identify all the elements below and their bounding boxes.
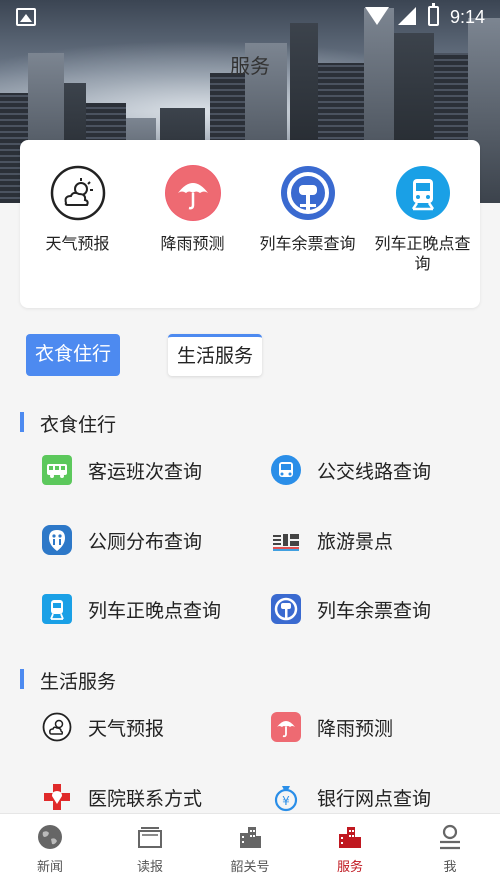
list-item-label: 公交线路查询	[317, 462, 432, 483]
nav-news[interactable]: 新闻	[0, 814, 100, 888]
service-icon	[337, 824, 363, 850]
bottom-navigation: 新闻 读报 韶关号 服务 我	[0, 813, 500, 888]
nav-news-label: 新闻	[36, 859, 63, 874]
quick-train-status-label: 列车正晚点查询	[374, 236, 471, 273]
list-item-hospital-contacts[interactable]: 医院联系方式	[42, 779, 262, 815]
list-item-train-punctuality[interactable]: 列车正晚点查询	[42, 591, 262, 627]
list-item-scenic-spots[interactable]: 旅游景点	[271, 522, 491, 558]
svg-text:¥: ¥	[282, 794, 290, 808]
list-item-coach-schedule[interactable]: 客运班次查询	[42, 452, 262, 488]
umbrella-icon	[271, 712, 301, 742]
battery-icon	[428, 3, 439, 26]
list-item-rain-forecast[interactable]: 降雨预测	[271, 709, 491, 745]
section-title-travel: 衣食住行	[20, 410, 116, 437]
clock: 9:14	[450, 7, 486, 27]
weather-icon	[42, 712, 72, 742]
nav-shaoguan-account[interactable]: 韶关号	[200, 814, 300, 888]
nav-shaoguan-label: 韶关号	[230, 859, 270, 874]
nav-me[interactable]: 我	[400, 814, 500, 888]
quick-ticket-label: 列车余票查询	[259, 236, 356, 253]
scenic-spot-icon	[271, 525, 301, 555]
train-icon	[42, 594, 72, 624]
list-item-bank-branches[interactable]: ¥ 银行网点查询	[271, 779, 491, 815]
quick-weather-label: 天气预报	[45, 236, 110, 253]
tab-clothing-food-housing-travel[interactable]: 衣食住行	[26, 334, 121, 376]
nav-newspaper[interactable]: 读报	[100, 814, 200, 888]
city-bus-icon	[271, 455, 301, 485]
list-item-train-ticket[interactable]: 列车余票查询	[271, 591, 491, 627]
list-item-label: 医院联系方式	[88, 789, 203, 810]
railway-logo-icon	[280, 165, 336, 221]
image-notification-icon	[16, 8, 36, 26]
toilet-icon	[42, 525, 72, 555]
signal-icon	[398, 7, 416, 25]
wifi-icon	[365, 7, 389, 25]
status-bar: 9:14	[0, 0, 500, 34]
nav-service-label: 服务	[336, 859, 363, 874]
quick-weather[interactable]: 天气预报	[20, 165, 135, 255]
list-item-bus-route[interactable]: 公交线路查询	[271, 452, 491, 488]
bus-icon	[42, 455, 72, 485]
user-icon	[437, 824, 463, 850]
list-item-toilet-map[interactable]: 公厕分布查询	[42, 522, 262, 558]
nav-me-label: 我	[443, 859, 457, 874]
list-item-weather[interactable]: 天气预报	[42, 709, 262, 745]
list-item-label: 列车正晚点查询	[88, 601, 222, 622]
list-item-label: 列车余票查询	[317, 601, 432, 622]
hospital-cross-icon	[42, 782, 72, 812]
nav-service[interactable]: 服务	[300, 814, 400, 888]
building-icon	[237, 824, 263, 850]
page-title: 服务	[230, 56, 270, 78]
list-item-label: 客运班次查询	[88, 462, 203, 483]
list-item-label: 旅游景点	[317, 532, 394, 553]
newspaper-icon	[137, 824, 163, 850]
section-title-life: 生活服务	[20, 667, 116, 694]
railway-logo-icon	[271, 594, 301, 624]
list-item-label: 天气预报	[88, 719, 165, 740]
list-item-label: 公厕分布查询	[88, 532, 203, 553]
globe-icon	[37, 824, 63, 850]
quick-ticket[interactable]: 列车余票查询	[250, 165, 365, 255]
umbrella-icon	[164, 165, 221, 221]
tab-life-services[interactable]: 生活服务	[168, 334, 263, 376]
quick-rain[interactable]: 降雨预测	[135, 165, 250, 255]
train-icon	[395, 165, 451, 221]
weather-icon	[50, 165, 106, 221]
quick-access-card: 天气预报 降雨预测 列车余票查询 列车正晚点查询	[20, 140, 480, 308]
list-item-label: 降雨预测	[317, 719, 394, 740]
money-bag-icon: ¥	[271, 782, 301, 812]
list-item-label: 银行网点查询	[317, 789, 432, 810]
nav-newspaper-label: 读报	[136, 859, 163, 874]
quick-train-status[interactable]: 列车正晚点查询	[365, 165, 480, 275]
quick-rain-label: 降雨预测	[160, 236, 225, 253]
